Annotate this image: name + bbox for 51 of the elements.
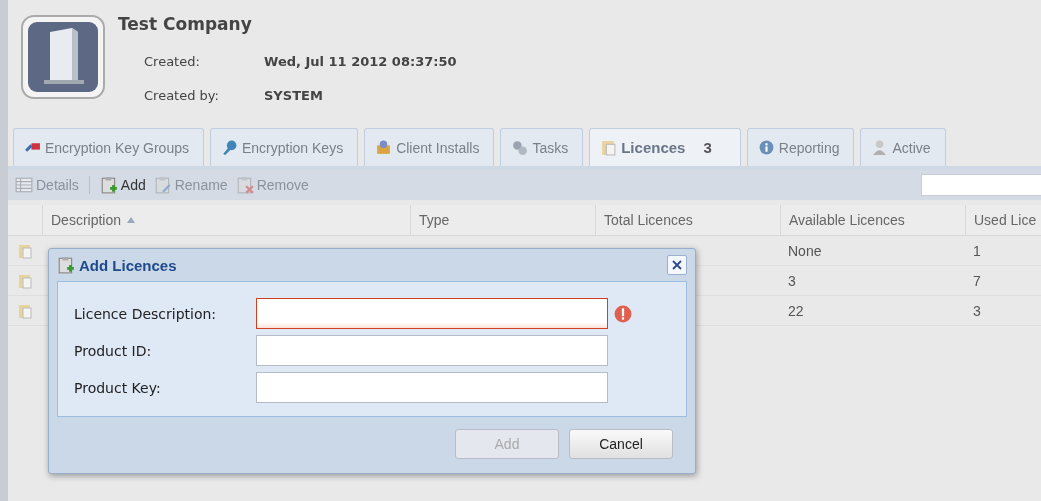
tab[interactable]: Active — [860, 128, 946, 166]
close-button[interactable] — [667, 255, 687, 275]
field-label: Licence Description: — [74, 305, 218, 322]
clipboard-icon — [600, 139, 618, 156]
field-label: Product ID: — [74, 342, 153, 359]
tab[interactable]: Reporting — [746, 128, 855, 166]
clipboard-icon — [17, 302, 33, 319]
close-icon — [672, 260, 682, 270]
gears-icon — [511, 139, 529, 156]
user-icon — [871, 139, 889, 156]
column-header[interactable]: Available Licences — [780, 205, 965, 235]
table-cell: 7 — [973, 272, 981, 289]
field-label: Product Key: — [74, 379, 162, 396]
table-cell: 3 — [788, 272, 796, 289]
info-icon — [757, 139, 775, 156]
clipboard-icon — [235, 176, 254, 194]
field-value: SYSTEM — [264, 87, 323, 103]
search-field[interactable] — [921, 174, 1041, 196]
key-icon — [220, 139, 238, 156]
input-field[interactable] — [256, 335, 608, 366]
field-label: Created: — [144, 53, 201, 69]
toolbar-button[interactable]: Add — [97, 174, 148, 196]
dialog-title: Add Licences — [79, 256, 177, 274]
error-icon — [614, 304, 632, 323]
column-header[interactable]: Type — [410, 205, 595, 235]
table-cell: None — [788, 242, 822, 259]
column-header[interactable]: Used Lice — [965, 205, 1041, 235]
input-field[interactable] — [256, 298, 608, 329]
column-header[interactable]: Total Licences — [595, 205, 780, 235]
table-cell: 3 — [973, 302, 981, 319]
clipboard-icon — [17, 272, 33, 289]
tab[interactable]: Licences 3 — [589, 128, 741, 166]
tab[interactable]: Encryption Keys — [209, 128, 359, 166]
column-header[interactable]: Description — [42, 205, 410, 235]
clipboard-icon — [99, 176, 118, 194]
tab[interactable]: Client Installs — [364, 128, 495, 166]
clipboard-icon — [57, 256, 75, 274]
field-label: Created by: — [144, 87, 220, 103]
cancel-button[interactable]: Cancel — [569, 429, 673, 459]
clipboard-icon — [153, 176, 172, 194]
field-value: Wed, Jul 11 2012 08:37:50 — [264, 53, 457, 69]
table-cell: 1 — [973, 242, 981, 259]
table-icon — [15, 176, 33, 194]
input-field[interactable] — [256, 372, 608, 403]
building-icon — [20, 14, 106, 100]
table-cell: 22 — [788, 302, 804, 319]
tab[interactable]: Encryption Key Groups — [13, 128, 204, 166]
tab[interactable]: Tasks — [500, 128, 584, 166]
clipboard-icon — [17, 242, 33, 259]
box-icon — [375, 139, 393, 156]
company-name: Test Company — [118, 14, 253, 34]
